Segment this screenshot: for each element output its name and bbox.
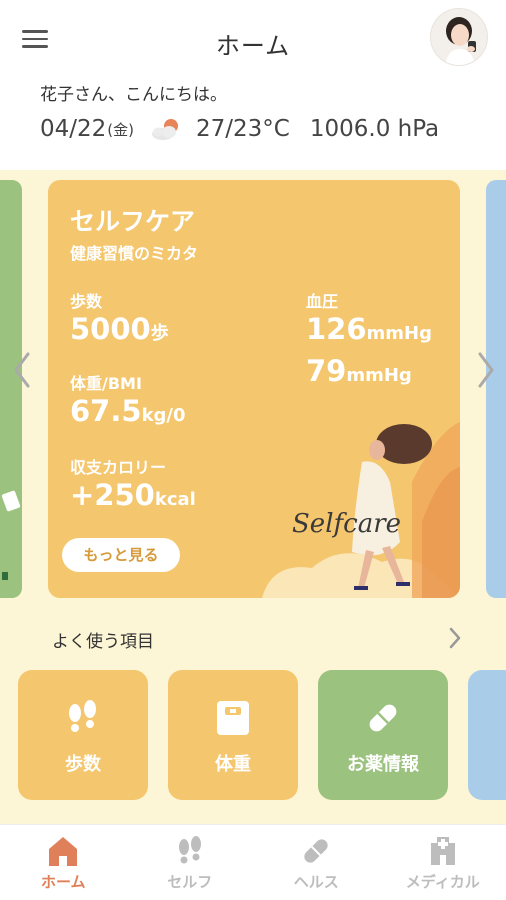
frequent-items-header[interactable]: よく使う項目 (0, 620, 506, 656)
tile-weight[interactable]: 体重 (168, 670, 298, 800)
chevron-right-icon[interactable] (474, 350, 498, 390)
weather-info: 04/22 (金) 27/23°C 1006.0 hPa (40, 112, 439, 146)
nav-health[interactable]: ヘルス (253, 825, 380, 900)
calorie-label: 収支カロリー (70, 458, 167, 477)
tile-label: 体重 (215, 754, 251, 775)
selfcare-card[interactable]: セルフケア 健康習慣のミカタ 歩数 5000歩 体重/BMI 67.5kg/0 … (48, 180, 460, 598)
blood-pressure-label: 血圧 (306, 292, 339, 311)
chevron-left-icon[interactable] (10, 350, 34, 390)
tile-medicine[interactable]: お薬情報 (318, 670, 448, 800)
tile-label: お薬情報 (347, 754, 419, 775)
nav-home[interactable]: ホーム (0, 825, 127, 900)
app-header: ホーム (0, 0, 506, 78)
date: 04/22 (40, 116, 107, 142)
air-pressure: 1006.0 hPa (309, 116, 440, 142)
more-button[interactable]: もっと見る (62, 538, 180, 572)
tile-steps[interactable]: 歩数 (18, 670, 148, 800)
scale-icon (168, 698, 298, 738)
footsteps-icon (127, 835, 254, 867)
footsteps-icon (18, 698, 148, 738)
nav-label: ホーム (40, 873, 86, 891)
partly-cloudy-icon (148, 115, 184, 143)
greeting-text: 花子さん、こんにちは。 (40, 85, 227, 105)
card-title: セルフケア (70, 207, 196, 236)
nav-label: セルフ (167, 873, 213, 891)
bp-unit: mmHg (366, 323, 433, 344)
nav-label: メディカル (405, 873, 480, 891)
user-avatar[interactable] (430, 8, 488, 66)
bottom-navigation: ホーム セルフ ヘルス メディカル (0, 824, 506, 900)
steps-value: 5000歩 (70, 312, 169, 346)
weight-value: 67.5kg/0 (70, 394, 186, 428)
steps-number: 5000 (70, 312, 151, 346)
bp-unit: mmHg (346, 365, 412, 386)
tile-label: 歩数 (65, 754, 101, 775)
calorie-unit: kcal (154, 489, 196, 510)
calorie-value: +250kcal (70, 478, 196, 512)
steps-unit: 歩 (150, 323, 169, 344)
weight-unit: kg/0 (141, 405, 186, 426)
temperature: 27/23°C (196, 116, 290, 142)
nav-self[interactable]: セルフ (127, 825, 254, 900)
bp-systolic-number: 126 (306, 312, 367, 346)
weight-label: 体重/BMI (70, 374, 142, 393)
weight-number: 67.5 (70, 394, 142, 428)
calorie-number: +250 (70, 478, 155, 512)
chevron-right-icon[interactable] (446, 624, 464, 652)
home-icon (0, 835, 127, 867)
selfcare-script: Selfcare (292, 509, 401, 539)
frequent-items-title: よく使う項目 (52, 632, 154, 652)
pill-icon (253, 835, 380, 867)
bp-systolic: 126mmHg (306, 312, 432, 346)
bp-diastolic: 79mmHg (306, 354, 412, 388)
selfcare-illustration: Selfcare (262, 412, 460, 598)
card-subtitle: 健康習慣のミカタ (70, 244, 199, 263)
hospital-icon (380, 835, 506, 867)
bp-diastolic-number: 79 (306, 354, 347, 388)
tile-next-partial[interactable] (468, 670, 506, 800)
steps-label: 歩数 (70, 292, 103, 311)
pill-icon (318, 698, 448, 738)
nav-medical[interactable]: メディカル (380, 825, 506, 900)
day-of-week: (金) (107, 120, 135, 139)
nav-label: ヘルス (293, 873, 339, 891)
